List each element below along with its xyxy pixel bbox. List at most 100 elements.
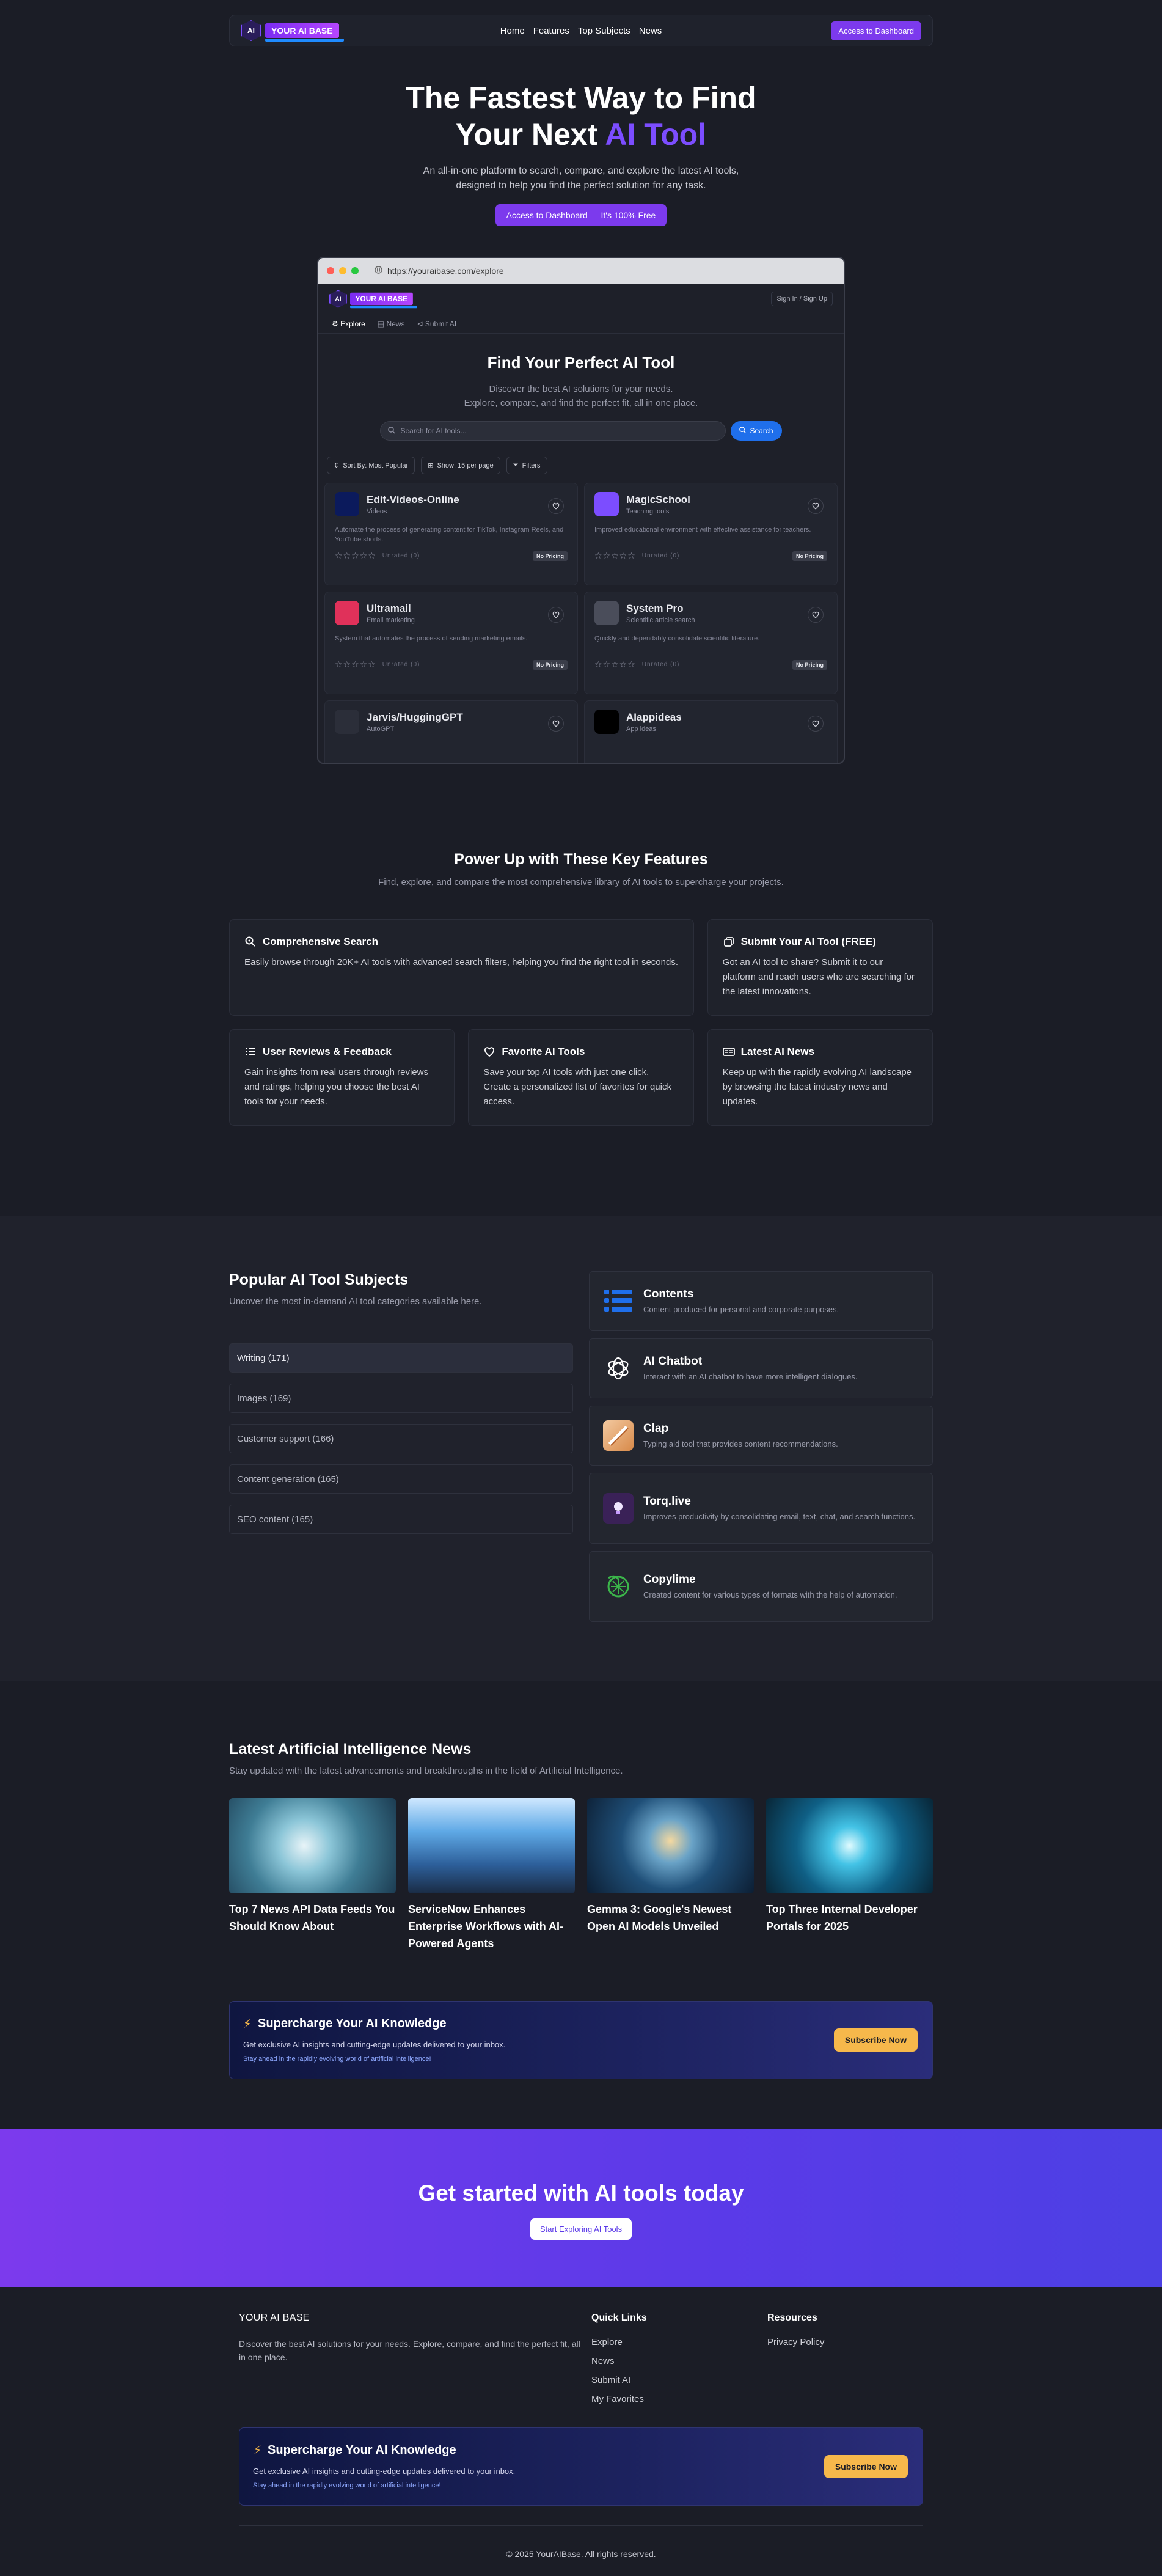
- explore-subtitle: Discover the best AI solutions for your …: [318, 382, 844, 410]
- app-description: Typing aid tool that provides content re…: [643, 1439, 838, 1448]
- cta-band: Get started with AI tools today Start Ex…: [0, 2129, 1162, 2287]
- app-card[interactable]: Contents Content produced for personal an…: [589, 1271, 933, 1331]
- news-image-office: [408, 1798, 575, 1893]
- tool-description: Automate the process of generating conte…: [335, 526, 564, 543]
- tool-name: Edit-Videos-Online: [367, 493, 459, 505]
- nav-link-top-subjects[interactable]: Top Subjects: [578, 26, 630, 36]
- tool-card[interactable]: Ultramail Email marketing System that auto…: [324, 592, 578, 694]
- tab-explore[interactable]: ⚙ Explore: [332, 320, 365, 328]
- top-navbar: AI YOUR AI BASE Home Features Top Subjec…: [229, 15, 933, 46]
- news-card[interactable]: Top Three Internal Developer Portals for…: [766, 1798, 933, 1952]
- footer-subscribe-button[interactable]: Subscribe Now: [824, 2455, 908, 2478]
- close-dot-icon: [327, 267, 334, 274]
- url-text: https://youraibase.com/explore: [387, 266, 504, 276]
- subscribe-button[interactable]: Subscribe Now: [833, 2028, 918, 2052]
- news-card-title: Top 7 News API Data Feeds You Should Kno…: [229, 1903, 395, 1932]
- feature-title: Latest AI News: [722, 1046, 918, 1058]
- quick-links-title: Quick Links: [591, 2313, 647, 2323]
- tool-card-footer: ☆☆☆☆☆ Unrated (0) No Pricing: [594, 551, 827, 561]
- app-card[interactable]: Copylime Created content for various type…: [589, 1551, 933, 1622]
- footer-link-explore[interactable]: Explore: [591, 2337, 767, 2347]
- app-name: Torq.live: [643, 1494, 691, 1508]
- footer-link-submit-ai[interactable]: Submit AI: [591, 2375, 767, 2385]
- logo[interactable]: AI YOUR AI BASE: [241, 20, 344, 42]
- favorite-heart-icon[interactable]: [548, 716, 564, 732]
- pricing-badge: No Pricing: [532, 551, 568, 561]
- sort-dropdown[interactable]: ⇕ Sort By: Most Popular: [327, 457, 415, 474]
- news-grid: Top 7 News API Data Feeds You Should Kno…: [229, 1798, 933, 1952]
- tool-grid: Edit-Videos-Online Videos Automate the pro…: [318, 483, 844, 763]
- favorite-heart-icon[interactable]: [808, 607, 824, 623]
- tool-category: Email marketing: [367, 616, 415, 624]
- tool-name: AIappideas: [626, 711, 682, 723]
- filters-button[interactable]: ⏷ Filters: [506, 457, 547, 474]
- news-card-title: ServiceNow Enhances Enterprise Workflows…: [408, 1903, 564, 1950]
- footer-link-news[interactable]: News: [591, 2356, 767, 2366]
- hero-cta-button[interactable]: Access to Dashboard — It's 100% Free: [495, 204, 667, 226]
- footer-description: Discover the best AI solutions for your …: [239, 2339, 580, 2362]
- subject-item[interactable]: Content generation (165): [229, 1464, 573, 1494]
- nav-link-news[interactable]: News: [639, 26, 662, 36]
- footer-link-favorites[interactable]: My Favorites: [591, 2394, 767, 2404]
- subject-item[interactable]: Customer support (166): [229, 1424, 573, 1453]
- tool-card-header: Ultramail Email marketing: [335, 601, 568, 625]
- subject-item[interactable]: Writing (171): [229, 1343, 573, 1373]
- url-bar[interactable]: https://youraibase.com/explore: [375, 266, 504, 276]
- footer-brand-column: YOUR AI BASE Discover the best AI soluti…: [239, 2313, 591, 2404]
- search-button[interactable]: Search: [731, 421, 782, 441]
- app-tabs: ⚙ Explore ▤ News ⊲ Submit AI: [318, 314, 844, 334]
- hero-subtitle-line2: designed to help you find the perfect so…: [456, 180, 706, 191]
- app-logo[interactable]: AI YOUR AI BASE: [329, 290, 417, 309]
- pricing-badge: No Pricing: [792, 659, 827, 670]
- feature-title-text: User Reviews & Feedback: [263, 1046, 392, 1057]
- favorite-heart-icon[interactable]: [808, 716, 824, 732]
- signin-button[interactable]: Sign In / Sign Up: [771, 292, 833, 306]
- logo-mark: AI: [241, 20, 261, 41]
- tool-card[interactable]: System Pro Scientific article search Quick…: [584, 592, 838, 694]
- explore-subtitle-line2: Explore, compare, and find the perfect f…: [464, 398, 698, 408]
- news-card[interactable]: Top 7 News API Data Feeds You Should Kno…: [229, 1798, 396, 1952]
- star-rating: ☆☆☆☆☆ Unrated (0): [594, 551, 680, 560]
- tool-name: Ultramail: [367, 602, 411, 614]
- tool-card-header: MagicSchool Teaching tools: [594, 492, 827, 516]
- news-subtitle: Stay updated with the latest advancement…: [229, 1766, 623, 1776]
- footer-link-privacy[interactable]: Privacy Policy: [767, 2337, 824, 2347]
- feature-title-text: Comprehensive Search: [263, 936, 378, 947]
- news-card[interactable]: ServiceNow Enhances Enterprise Workflows…: [408, 1798, 575, 1952]
- news-card[interactable]: Gemma 3: Google's Newest Open AI Models …: [587, 1798, 754, 1952]
- feature-title-text: Favorite AI Tools: [502, 1046, 585, 1057]
- tool-card[interactable]: Edit-Videos-Online Videos Automate the pro…: [324, 483, 578, 585]
- dashboard-button[interactable]: Access to Dashboard: [831, 21, 921, 40]
- minimize-dot-icon: [339, 267, 346, 274]
- tool-card-header: AIappideas App ideas: [594, 710, 827, 734]
- tool-card[interactable]: MagicSchool Teaching tools Improved educat…: [584, 483, 838, 585]
- nav-link-home[interactable]: Home: [500, 26, 525, 36]
- tool-card[interactable]: AIappideas App ideas: [584, 700, 838, 763]
- app-card[interactable]: Torq.live Improves productivity by consol…: [589, 1473, 933, 1544]
- tab-submit-ai[interactable]: ⊲ Submit AI: [417, 320, 456, 328]
- tool-name: MagicSchool: [626, 493, 690, 505]
- nav-link-features[interactable]: Features: [533, 26, 569, 36]
- per-page-dropdown[interactable]: ⊞ Show: 15 per page: [421, 457, 500, 474]
- subject-item[interactable]: SEO content (165): [229, 1505, 573, 1534]
- cta-band-title: Get started with AI tools today: [418, 2181, 744, 2206]
- pricing-badge: No Pricing: [532, 659, 568, 670]
- tool-card[interactable]: Jarvis/HuggingGPT AutoGPT: [324, 700, 578, 763]
- favorite-heart-icon[interactable]: [548, 498, 564, 514]
- feature-card-reviews: User Reviews & Feedback Gain insights fr…: [229, 1029, 455, 1126]
- app-card[interactable]: AI Chatbot Interact with an AI chatbot to…: [589, 1338, 933, 1398]
- subject-item[interactable]: Images (169): [229, 1384, 573, 1413]
- app-card[interactable]: Clap Typing aid tool that provides conten…: [589, 1406, 933, 1466]
- start-exploring-button[interactable]: Start Exploring AI Tools: [530, 2218, 632, 2240]
- tool-description: Quickly and dependably consolidate scien…: [594, 635, 760, 642]
- browser-bar: https://youraibase.com/explore: [318, 258, 844, 284]
- tool-card-header: Jarvis/HuggingGPT AutoGPT: [335, 710, 568, 734]
- favorite-heart-icon[interactable]: [808, 498, 824, 514]
- tool-search-input[interactable]: Search for AI tools...: [380, 421, 726, 441]
- filters-label: Filters: [522, 461, 541, 469]
- tab-news[interactable]: ▤ News: [378, 320, 405, 328]
- search-placeholder: Search for AI tools...: [400, 427, 467, 435]
- sort-label: Sort By: Most Popular: [343, 461, 409, 469]
- nav-links: Home Features Top Subjects News: [500, 26, 662, 36]
- favorite-heart-icon[interactable]: [548, 607, 564, 623]
